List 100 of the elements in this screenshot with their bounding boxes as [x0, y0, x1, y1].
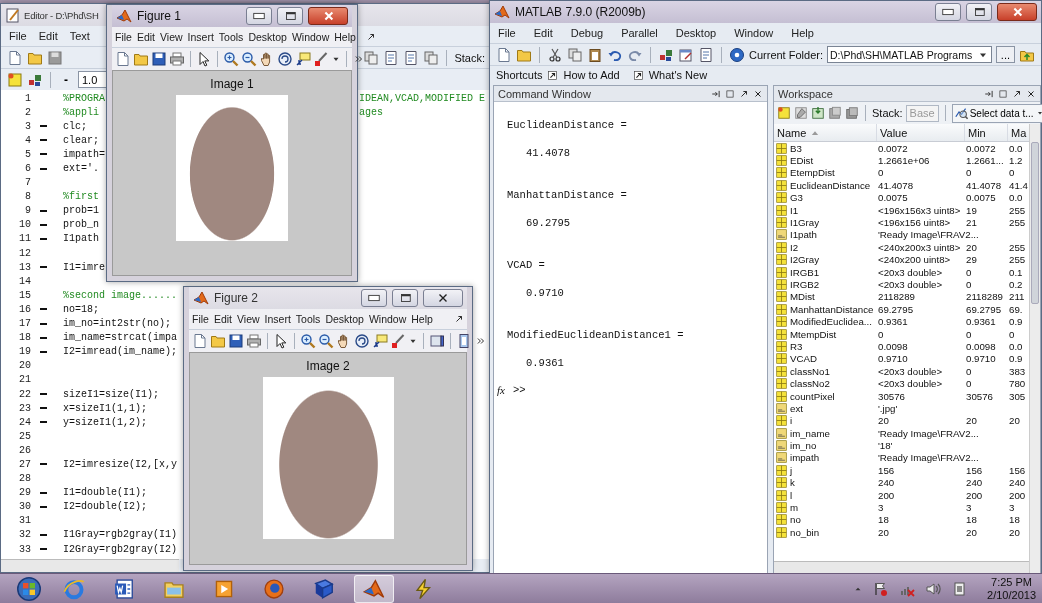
title-bar[interactable]: Figure 1	[112, 5, 352, 27]
undock-icon[interactable]	[739, 88, 749, 99]
variable-name[interactable]: no	[790, 514, 801, 526]
new-variable-icon[interactable]	[7, 71, 23, 88]
chevrons-icon[interactable]	[354, 54, 364, 64]
variable-name[interactable]: im_no	[790, 440, 817, 452]
new-file-icon[interactable]	[115, 51, 131, 67]
variable-name[interactable]: impath	[790, 452, 820, 464]
variable-name[interactable]: l	[790, 489, 793, 501]
variable-name[interactable]: IRGB1	[790, 266, 820, 278]
pointer-icon[interactable]	[196, 51, 212, 67]
horizontal-scrollbar[interactable]	[774, 561, 1029, 573]
function-browser-button[interactable]: fx	[497, 384, 505, 396]
zoom-in-icon[interactable]	[223, 51, 239, 67]
save-icon[interactable]	[151, 51, 167, 67]
menu-item[interactable]: Help	[791, 27, 814, 39]
minimize-button[interactable]	[246, 7, 272, 25]
variable-name[interactable]: m	[790, 502, 799, 513]
menu-item[interactable]: Text	[69, 30, 90, 42]
menu-item[interactable]: View	[237, 313, 260, 325]
copy-icon[interactable]	[363, 49, 380, 66]
variable-name[interactable]: EDist	[790, 155, 814, 167]
current-folder-field[interactable]: D:\Phd\SH\MATLAB Programs	[827, 46, 992, 63]
variable-name[interactable]: I1	[790, 204, 799, 216]
variable-name[interactable]: countPixel	[790, 390, 835, 402]
shortcut-link[interactable]: What's New	[648, 69, 708, 81]
close-icon[interactable]	[753, 88, 763, 99]
folder-icon[interactable]	[133, 51, 149, 67]
dock-icon[interactable]	[984, 88, 994, 99]
select-data-button[interactable]: Select data t...	[951, 103, 1042, 123]
power-icon[interactable]	[951, 580, 968, 597]
horizontal-scrollbar[interactable]	[1, 559, 179, 572]
variable-name[interactable]: G3	[790, 192, 803, 204]
menu-item[interactable]: File	[115, 31, 132, 43]
decrement-button[interactable]: -	[58, 72, 74, 87]
shortcut-link[interactable]: How to Add	[563, 69, 620, 81]
menu-item[interactable]: Help	[334, 31, 356, 43]
browse-button[interactable]: ...	[995, 46, 1015, 63]
menu-item[interactable]: Tools	[218, 31, 244, 43]
menu-item[interactable]: Edit	[533, 27, 553, 39]
new-file-icon[interactable]	[192, 333, 208, 349]
variable-name[interactable]: no_bin	[790, 526, 820, 538]
variable-name[interactable]: I2	[790, 241, 799, 253]
maximize-button[interactable]	[966, 3, 992, 21]
close-button[interactable]	[997, 3, 1037, 21]
menu-item[interactable]: Edit	[38, 30, 58, 42]
variable-name[interactable]: VCAD	[790, 353, 817, 365]
undock-icon[interactable]	[1012, 88, 1022, 99]
menu-item[interactable]: Tools	[295, 313, 321, 325]
menu-item[interactable]: View	[160, 31, 183, 43]
clipboard-icon[interactable]	[587, 46, 603, 63]
delete-icon[interactable]	[845, 106, 859, 120]
pointer-icon[interactable]	[273, 333, 289, 349]
variable-name[interactable]: im_name	[790, 427, 830, 439]
clock[interactable]: 7:25 PM 2/10/2013	[987, 575, 1036, 602]
column-header[interactable]: Name	[774, 124, 877, 141]
column-header[interactable]: Value	[877, 124, 965, 141]
cell-increment-field[interactable]: 1.0	[78, 71, 108, 88]
menu-item[interactable]: Edit	[213, 313, 232, 325]
save-icon[interactable]	[228, 333, 244, 349]
brush-icon[interactable]	[390, 333, 406, 349]
close-button[interactable]	[308, 7, 348, 25]
variable-name[interactable]: EuclideanDistance	[790, 179, 871, 191]
flag-icon[interactable]	[873, 580, 890, 597]
chevrons-icon[interactable]	[476, 336, 486, 346]
new-file-icon[interactable]	[7, 49, 23, 66]
page-icon[interactable]	[403, 49, 420, 66]
menu-item[interactable]: Window	[291, 31, 330, 43]
start-button-icon[interactable]	[17, 576, 41, 601]
speaker-icon[interactable]	[925, 580, 942, 597]
variable-name[interactable]: B3	[790, 142, 802, 154]
variable-name[interactable]: classNo1	[790, 365, 830, 377]
page-icon[interactable]	[383, 49, 400, 66]
menu-item[interactable]: Desktop	[675, 27, 717, 39]
menu-item[interactable]: Help	[411, 313, 433, 325]
dock-icon[interactable]	[711, 88, 721, 99]
undock-icon[interactable]	[454, 314, 464, 324]
menu-item[interactable]: Parallel	[621, 27, 658, 39]
edit-icon[interactable]	[794, 106, 808, 120]
zoom-out-icon[interactable]	[318, 333, 334, 349]
page-icon[interactable]	[698, 46, 714, 63]
menu-item[interactable]: File	[498, 27, 516, 39]
variable-name[interactable]: ManhattanDistance	[790, 303, 874, 315]
variable-name[interactable]: k	[790, 477, 795, 489]
new-variable-icon[interactable]	[777, 106, 791, 120]
folder-icon[interactable]	[210, 333, 226, 349]
rotate-icon[interactable]	[354, 333, 370, 349]
column-header[interactable]: Min	[965, 124, 1008, 141]
command-output-area[interactable]: EuclideanDistance = 41.4078 ManhattanDistance = 69.2795 VCAD = 0.9710 ModifiedEuclideanDistance1 = 0.9361 fx >>	[494, 102, 767, 573]
variable-name[interactable]: MtempDist	[790, 328, 837, 340]
data-cursor-icon[interactable]	[295, 51, 311, 67]
import-icon[interactable]	[811, 106, 825, 120]
variable-name[interactable]: I1Gray	[790, 217, 820, 229]
menu-item[interactable]: Window	[368, 313, 407, 325]
maximize-button[interactable]	[277, 7, 303, 25]
variable-name[interactable]: R3	[790, 340, 803, 352]
variable-name[interactable]: MDist	[790, 291, 815, 303]
variable-name[interactable]: ModifiedEuclidea...	[790, 316, 872, 328]
menu-item[interactable]: Desktop	[325, 313, 364, 325]
close-icon[interactable]	[1026, 88, 1036, 99]
